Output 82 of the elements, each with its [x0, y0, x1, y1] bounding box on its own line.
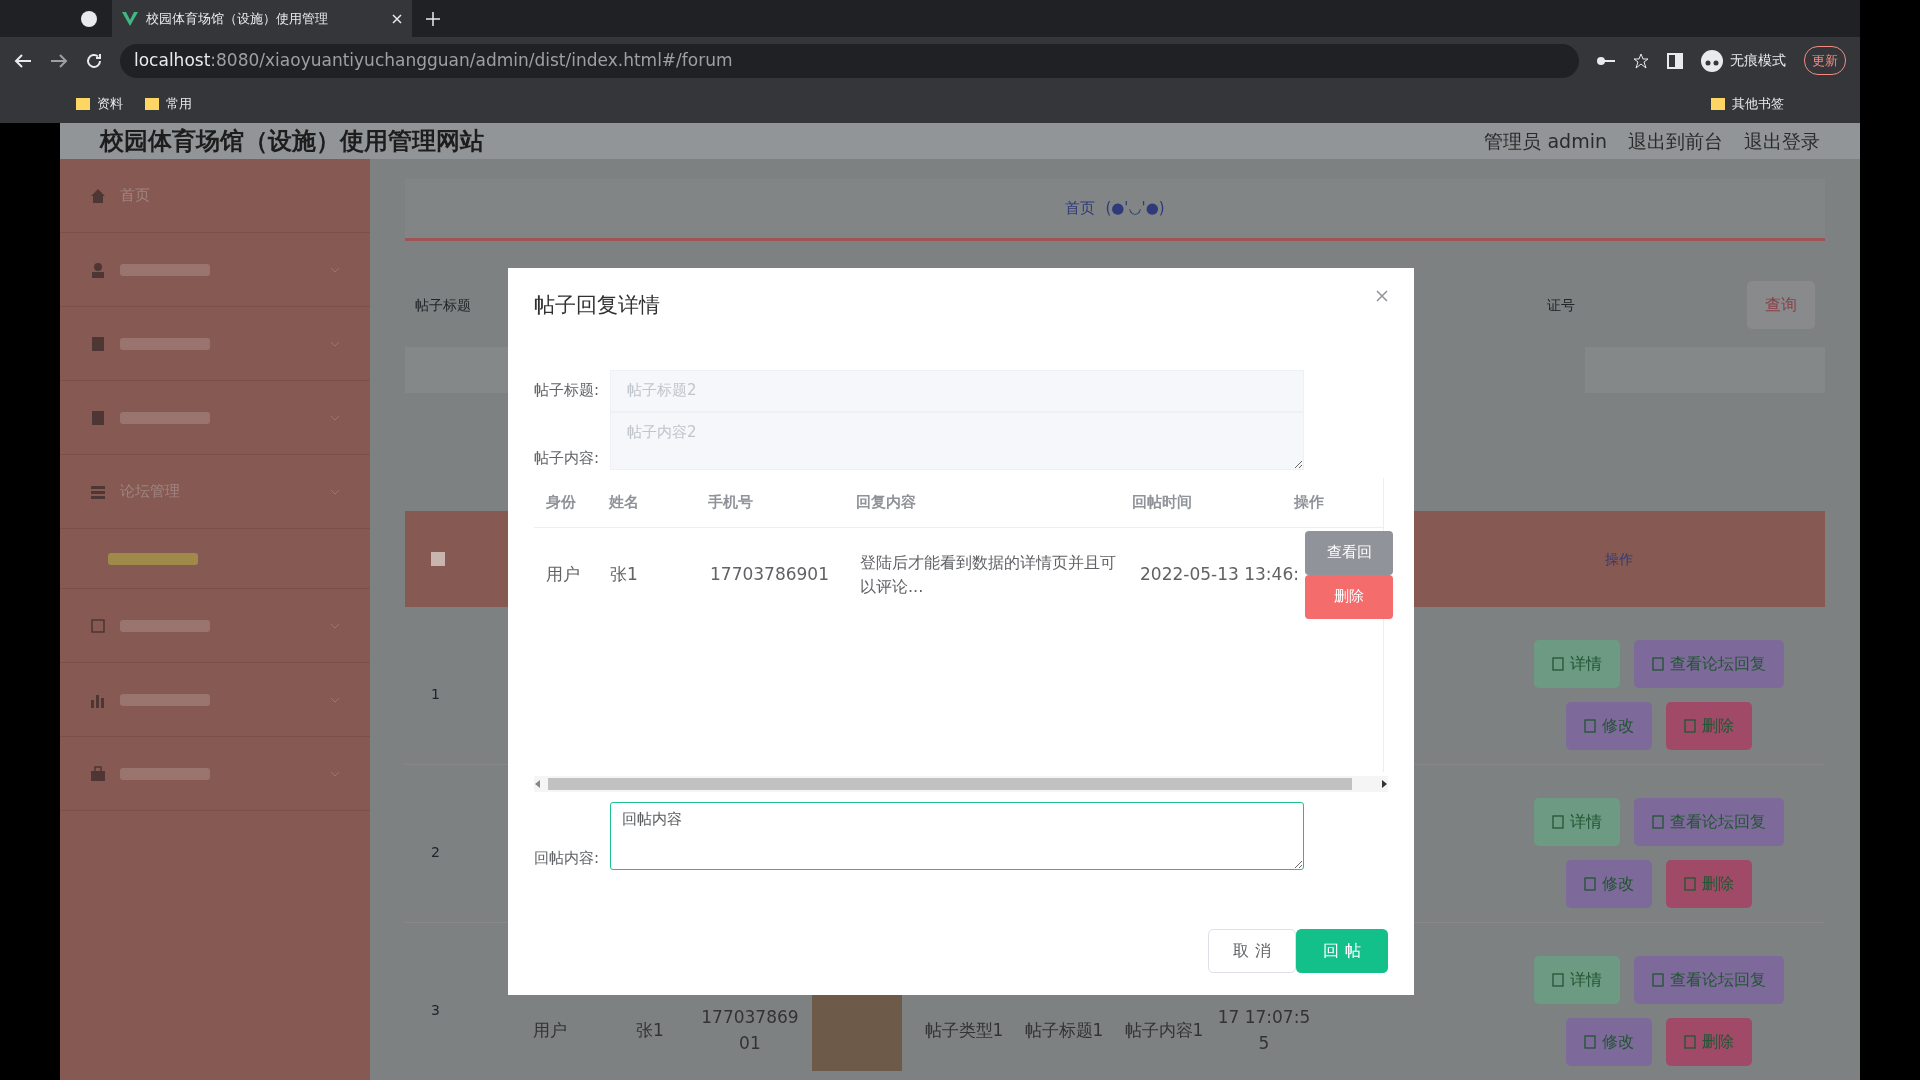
submit-button[interactable]: 回 帖: [1296, 929, 1388, 973]
action-button[interactable]: 查看论坛回复: [1634, 639, 1784, 688]
row-number: 2: [431, 843, 440, 862]
breadcrumb-item: (●'◡'●): [1105, 198, 1165, 220]
column-header: 回复内容: [855, 491, 917, 513]
tab-title: 校园体育场馆（设施）使用管理: [146, 9, 329, 28]
browser-tab[interactable]: 校园体育场馆（设施）使用管理: [112, 0, 412, 37]
action-button[interactable]: 详情: [1534, 797, 1620, 846]
row-number: 1: [431, 685, 440, 704]
reload-icon[interactable]: [86, 52, 102, 69]
column-header: 操作: [1294, 491, 1326, 513]
action-button[interactable]: 删除: [1666, 701, 1752, 750]
key-icon[interactable]: [1597, 55, 1615, 66]
header-link[interactable]: 退出登录: [1744, 126, 1820, 156]
action-button[interactable]: 详情: [1534, 639, 1620, 688]
action-button[interactable]: 详情: [1534, 955, 1620, 1004]
dialog-title: 帖子回复详情: [534, 292, 660, 319]
action-button[interactable]: 修改: [1566, 859, 1652, 908]
plus-icon[interactable]: [426, 11, 440, 26]
table-cell-text: 帖子标题1: [1023, 1018, 1105, 1042]
bookmark[interactable]: 常用: [145, 93, 192, 114]
column-header: 操作: [1604, 549, 1634, 569]
v-logo-icon: [122, 11, 138, 26]
sidepanel-icon[interactable]: [1667, 52, 1683, 69]
table-cell-text: 张1: [635, 1018, 665, 1042]
bag-icon: [90, 765, 106, 782]
table-cell-text: 帖子类型1: [923, 1018, 1005, 1042]
column-header: 手机号: [707, 491, 754, 513]
action-button[interactable]: 查看论坛回复: [1634, 797, 1784, 846]
header-link[interactable]: 退出到前台: [1628, 126, 1723, 156]
right-arrow-icon: [1380, 779, 1388, 788]
search-label: 证号: [1547, 295, 1575, 315]
table-cell-text: 17 17:07:55: [1216, 1006, 1312, 1055]
back-icon[interactable]: [14, 52, 32, 69]
action-button[interactable]: 删除: [1666, 859, 1752, 908]
header-link[interactable]: 管理员 admin: [1484, 126, 1607, 156]
table-cell-text: 17703786901: [710, 562, 830, 586]
action-button[interactable]: 修改: [1566, 1017, 1652, 1066]
site-title: 校园体育场馆（设施）使用管理网站: [100, 126, 484, 157]
column-header: 回帖时间: [1131, 491, 1193, 513]
reply-field[interactable]: 回帖内容: [610, 801, 1304, 870]
breadcrumb-item[interactable]: 首页: [1065, 197, 1096, 220]
square-icon: [90, 617, 106, 634]
url-text: localhost:8080/xiaoyuantiyuchangguan/admin/dist/index.html#/forum: [134, 48, 733, 72]
address-bar[interactable]: localhost:8080/xiaoyuantiyuchangguan/admin/dist/index.html#/forum: [120, 43, 1579, 78]
checkbox[interactable]: [431, 552, 445, 566]
field-label: 帖子标题:: [534, 380, 601, 402]
table-cell-text: 登陆后才能看到数据的详情页并且可以评论...: [860, 551, 1117, 598]
table-cell-text: 用户: [546, 562, 581, 586]
action-button[interactable]: 修改: [1566, 701, 1652, 750]
bookmark[interactable]: 资料: [76, 93, 123, 114]
action-button[interactable]: 查看论坛回复: [1634, 955, 1784, 1004]
table-cell-text: 17703786901: [700, 1006, 800, 1055]
document-icon: [90, 335, 106, 352]
folder-icon: [1711, 97, 1725, 110]
table-cell-text: 用户: [531, 1018, 568, 1042]
search-button[interactable]: 查询: [1747, 281, 1815, 329]
field-label: 回帖内容:: [534, 848, 601, 869]
folder-icon: [76, 97, 90, 110]
bookmark[interactable]: 其他书签: [1711, 93, 1784, 114]
row-number: 3: [431, 1001, 440, 1020]
action-button[interactable]: 删除: [1305, 574, 1393, 619]
incognito-label: 无痕模式: [1730, 51, 1786, 70]
column-header: 身份: [546, 491, 577, 513]
user-icon: [90, 261, 106, 278]
horizontal-scrollbar[interactable]: [534, 775, 1388, 792]
forward-icon[interactable]: [50, 52, 68, 69]
home-icon: [90, 187, 106, 204]
search-label: 帖子标题: [415, 295, 471, 315]
table-cell-text: 2022-05-13 13:46:: [1140, 562, 1300, 586]
incognito-icon: [1701, 49, 1723, 72]
update-button[interactable]: 更新: [1804, 46, 1846, 75]
field-label: 帖子内容:: [534, 448, 601, 469]
document-icon: [90, 409, 106, 426]
action-button[interactable]: 删除: [1666, 1017, 1752, 1066]
action-button[interactable]: 查看回: [1305, 530, 1393, 575]
column-header: 姓名: [609, 491, 641, 513]
table-cell-text: 张1: [610, 562, 639, 586]
folder-icon: [145, 97, 159, 110]
left-arrow-icon: [534, 779, 542, 788]
table-cell-text: 帖子内容1: [1123, 1018, 1205, 1042]
star-icon[interactable]: [1633, 52, 1649, 69]
